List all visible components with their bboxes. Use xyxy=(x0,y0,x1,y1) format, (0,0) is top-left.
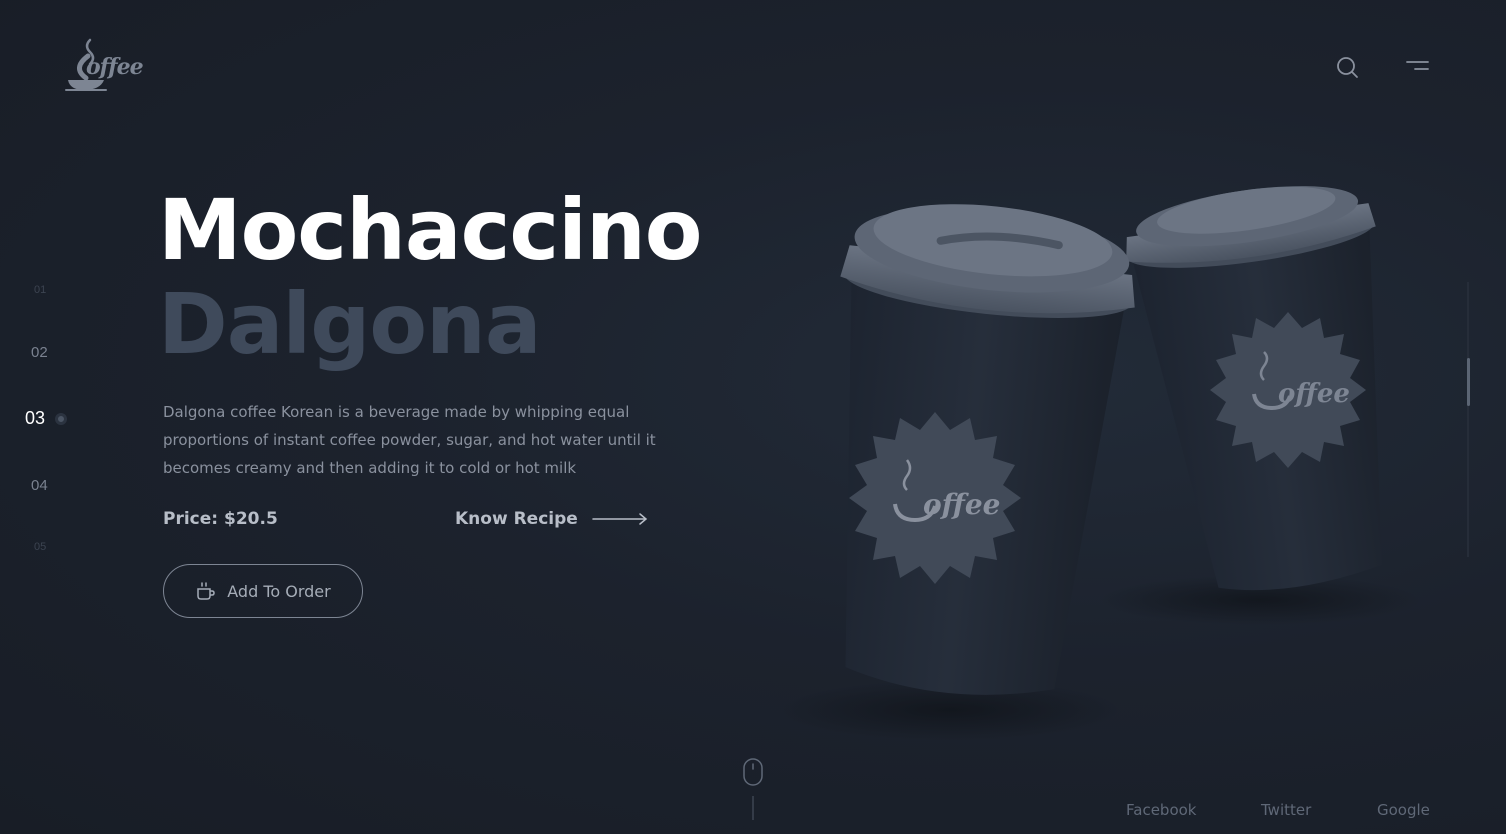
brand-logo[interactable]: offee xyxy=(64,34,164,96)
search-button[interactable] xyxy=(1334,54,1360,80)
step-01[interactable]: 01 xyxy=(34,284,46,296)
product-subtitle: Dalgona xyxy=(158,275,542,373)
step-04[interactable]: 04 xyxy=(31,477,48,494)
cup-logo-text-front: offee xyxy=(923,488,1000,521)
cup-icon xyxy=(197,582,216,600)
arrow-right-icon xyxy=(592,513,647,525)
product-price: Price: $20.5 xyxy=(163,509,278,529)
step-05[interactable]: 05 xyxy=(34,541,46,553)
slide-progress-track xyxy=(1467,282,1469,557)
mouse-icon xyxy=(743,758,763,820)
know-recipe-label: Know Recipe xyxy=(455,509,578,529)
coffee-cups-illustration: offee offee xyxy=(780,186,1420,740)
step-02[interactable]: 02 xyxy=(31,344,48,361)
know-recipe-link[interactable]: Know Recipe xyxy=(455,509,648,529)
twitter-link[interactable]: Twitter xyxy=(1261,801,1311,819)
active-step-indicator xyxy=(55,413,67,425)
step-03-active[interactable]: 03 xyxy=(25,408,45,429)
slide-progress-thumb[interactable] xyxy=(1467,358,1470,406)
menu-button[interactable] xyxy=(1404,54,1430,80)
scroll-hint[interactable] xyxy=(742,758,764,822)
product-title: Mochaccino xyxy=(158,181,702,279)
google-link[interactable]: Google xyxy=(1377,801,1430,819)
product-image: offee offee xyxy=(780,120,1460,760)
add-to-order-button[interactable]: Add To Order xyxy=(163,564,363,618)
add-to-order-label: Add To Order xyxy=(227,581,331,601)
logo-wordmark: offee xyxy=(86,54,144,80)
facebook-link[interactable]: Facebook xyxy=(1126,801,1196,819)
cup-logo-text: offee xyxy=(1278,379,1350,409)
social-links: Facebook Twitter Google xyxy=(1126,801,1446,823)
menu-icon xyxy=(1406,61,1429,70)
search-icon xyxy=(1337,57,1358,78)
product-description: Dalgona coffee Korean is a beverage made… xyxy=(163,403,656,477)
